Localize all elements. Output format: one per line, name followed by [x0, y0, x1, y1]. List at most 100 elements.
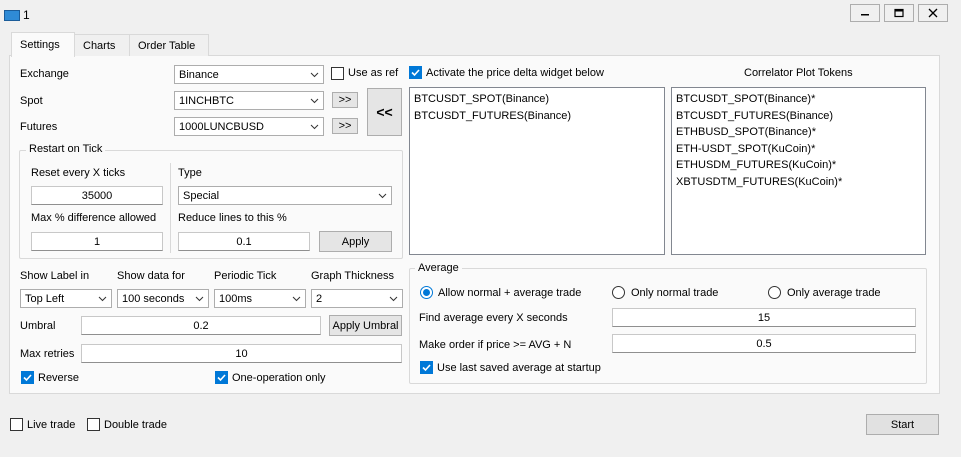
- price-delta-label: Activate the price delta widget below: [426, 67, 604, 79]
- list-item[interactable]: ETHBUSD_SPOT(Binance)*: [676, 124, 921, 141]
- add-spot-button[interactable]: >>: [332, 92, 358, 108]
- only-normal-label: Only normal trade: [631, 287, 719, 299]
- list-item[interactable]: BTCUSDT_FUTURES(Binance): [676, 108, 921, 125]
- periodic-tick-value: 100ms: [219, 292, 253, 305]
- start-label: Start: [890, 418, 915, 431]
- show-data-value: 100 seconds: [122, 292, 185, 305]
- add-futures-label: >>: [338, 120, 352, 132]
- reset-ticks-input[interactable]: 35000: [31, 186, 163, 205]
- reset-ticks-value: 35000: [81, 189, 113, 202]
- start-button[interactable]: Start: [866, 414, 939, 435]
- reduce-lines-input[interactable]: 0.1: [178, 232, 310, 251]
- apply-umbral-button[interactable]: Apply Umbral: [329, 315, 402, 336]
- max-diff-label: Max % difference allowed: [31, 212, 157, 224]
- chevron-down-icon: [378, 193, 387, 199]
- show-data-label: Show data for: [117, 270, 185, 282]
- futures-label: Futures: [20, 121, 58, 133]
- correlator-list[interactable]: BTCUSDT_SPOT(Binance)* BTCUSDT_FUTURES(B…: [671, 87, 926, 255]
- double-trade-label: Double trade: [104, 419, 167, 431]
- tab-settings[interactable]: Settings: [11, 32, 75, 57]
- check-icon: [217, 374, 226, 382]
- apply-button[interactable]: Apply: [319, 231, 392, 252]
- allow-both-radio[interactable]: [420, 286, 433, 299]
- exchange-label: Exchange: [20, 68, 69, 80]
- one-operation-checkbox[interactable]: [215, 371, 228, 384]
- type-select[interactable]: Special: [178, 186, 392, 205]
- graph-thickness-select[interactable]: 2: [311, 289, 403, 308]
- only-average-radio[interactable]: [768, 286, 781, 299]
- app-icon: [4, 10, 20, 21]
- title-bar: [0, 0, 961, 30]
- use-last-average-checkbox[interactable]: [420, 361, 433, 374]
- reverse-checkbox[interactable]: [21, 371, 34, 384]
- live-trade-label: Live trade: [27, 419, 76, 431]
- tab-charts[interactable]: Charts: [74, 34, 130, 56]
- chevron-down-icon: [310, 72, 319, 78]
- only-average-label: Only average trade: [787, 287, 881, 299]
- add-spot-label: >>: [338, 94, 352, 106]
- maximize-button[interactable]: [884, 4, 914, 22]
- list-item[interactable]: XBTUSDTM_FUTURES(KuCoin)*: [676, 174, 921, 191]
- tab-label: Settings: [20, 39, 60, 51]
- make-order-value: 0.5: [756, 337, 772, 350]
- max-diff-input[interactable]: 1: [31, 232, 163, 251]
- list-item[interactable]: BTCUSDT_SPOT(Binance)*: [676, 91, 921, 108]
- futures-select[interactable]: 1000LUNCBUSD: [174, 117, 324, 136]
- close-button[interactable]: [918, 4, 948, 22]
- show-label-value: Top Left: [25, 292, 65, 305]
- list-item[interactable]: ETHUSDM_FUTURES(KuCoin)*: [676, 157, 921, 174]
- apply-umbral-label: Apply Umbral: [332, 319, 399, 332]
- remove-button[interactable]: <<: [367, 88, 402, 136]
- tab-label: Order Table: [138, 39, 196, 52]
- maximize-icon: [894, 8, 904, 18]
- show-data-select[interactable]: 100 seconds: [117, 289, 209, 308]
- minimize-icon: [861, 14, 869, 16]
- restart-group-title: Restart on Tick: [26, 143, 106, 155]
- close-icon: [928, 8, 938, 18]
- list-item[interactable]: BTCUSDT_FUTURES(Binance): [414, 108, 660, 125]
- double-trade-checkbox[interactable]: [87, 418, 100, 431]
- futures-value: 1000LUNCBUSD: [179, 120, 264, 133]
- make-order-label: Make order if price >= AVG + N: [419, 339, 572, 351]
- find-average-value: 15: [757, 311, 771, 324]
- spot-value: 1INCHBTC: [179, 94, 235, 107]
- type-value: Special: [183, 189, 220, 202]
- average-group-title: Average: [415, 262, 462, 274]
- only-normal-radio[interactable]: [612, 286, 625, 299]
- one-operation-label: One-operation only: [232, 372, 326, 384]
- max-retries-input[interactable]: 10: [81, 344, 402, 363]
- graph-thickness-label: Graph Thickness: [311, 270, 394, 282]
- chevron-down-icon: [292, 296, 301, 302]
- use-as-ref-label: Use as ref: [348, 67, 399, 79]
- show-label-select[interactable]: Top Left: [20, 289, 112, 308]
- apply-label: Apply: [341, 235, 370, 248]
- umbral-input[interactable]: 0.2: [81, 316, 321, 335]
- use-as-ref-checkbox[interactable]: [331, 67, 344, 80]
- add-futures-button[interactable]: >>: [332, 118, 358, 134]
- find-average-label: Find average every X seconds: [419, 312, 568, 324]
- graph-thickness-value: 2: [316, 292, 323, 305]
- periodic-tick-select[interactable]: 100ms: [214, 289, 306, 308]
- use-last-average-label: Use last saved average at startup: [437, 362, 601, 374]
- price-delta-list[interactable]: BTCUSDT_SPOT(Binance) BTCUSDT_FUTURES(Bi…: [409, 87, 665, 255]
- list-item[interactable]: BTCUSDT_SPOT(Binance): [414, 91, 660, 108]
- correlator-title: Correlator Plot Tokens: [744, 67, 853, 79]
- find-average-input[interactable]: 15: [612, 308, 916, 327]
- live-trade-checkbox[interactable]: [10, 418, 23, 431]
- tab-order-table[interactable]: Order Table: [129, 34, 209, 56]
- chevron-down-icon: [195, 296, 204, 302]
- list-item[interactable]: ETH-USDT_SPOT(KuCoin)*: [676, 141, 921, 158]
- spot-label: Spot: [20, 95, 43, 107]
- remove-label: <<: [376, 104, 393, 120]
- allow-both-label: Allow normal + average trade: [438, 287, 582, 299]
- minimize-button[interactable]: [850, 4, 880, 22]
- window-title: 1: [23, 8, 30, 22]
- price-delta-checkbox[interactable]: [409, 66, 422, 79]
- max-diff-value: 1: [93, 235, 101, 248]
- exchange-select[interactable]: Binance: [174, 65, 324, 84]
- type-label: Type: [178, 167, 202, 179]
- spot-select[interactable]: 1INCHBTC: [174, 91, 324, 110]
- make-order-input[interactable]: 0.5: [612, 334, 916, 353]
- umbral-label: Umbral: [20, 320, 56, 332]
- check-icon: [23, 374, 32, 382]
